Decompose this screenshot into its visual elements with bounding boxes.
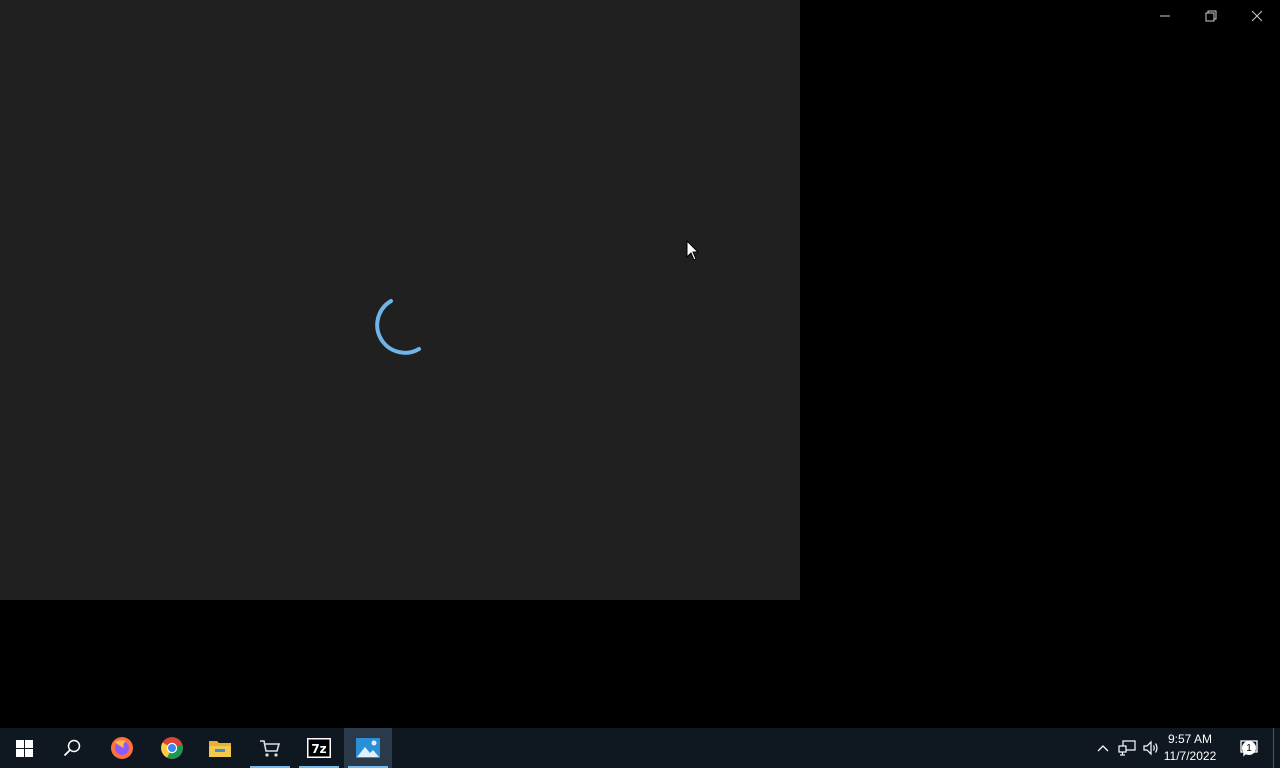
clock-date: 11/7/2022 bbox=[1163, 749, 1217, 763]
clock-time: 9:57 AM bbox=[1167, 732, 1213, 746]
taskbar-chrome[interactable] bbox=[148, 728, 196, 768]
photos-icon bbox=[356, 738, 380, 758]
firefox-icon bbox=[111, 737, 133, 759]
cart-icon bbox=[260, 740, 281, 757]
taskbar: 7z 9:57 AM 11/7/2022 1 bbox=[0, 728, 1280, 768]
windows-logo-icon bbox=[15, 739, 33, 757]
chrome-icon bbox=[161, 737, 183, 759]
chevron-up-icon bbox=[1097, 745, 1109, 752]
show-desktop-button[interactable] bbox=[1273, 728, 1280, 768]
minimize-button[interactable] bbox=[1142, 0, 1188, 32]
7zip-icon: 7z bbox=[307, 738, 331, 758]
svg-text:7z: 7z bbox=[311, 742, 326, 756]
action-center-button[interactable]: 1 bbox=[1230, 728, 1268, 768]
restore-icon bbox=[1205, 10, 1217, 22]
minimize-icon bbox=[1160, 15, 1170, 17]
clock[interactable]: 9:57 AM 11/7/2022 bbox=[1154, 728, 1226, 768]
window-controls bbox=[1142, 0, 1280, 32]
notification-count-badge: 1 bbox=[1242, 741, 1256, 755]
network-icon bbox=[1118, 740, 1136, 756]
search-icon bbox=[63, 739, 81, 757]
close-button[interactable] bbox=[1234, 0, 1280, 32]
taskbar-store[interactable] bbox=[246, 728, 294, 768]
app-window bbox=[0, 0, 800, 600]
taskbar-photos[interactable] bbox=[344, 728, 392, 768]
restore-button[interactable] bbox=[1188, 0, 1234, 32]
taskbar-7zip[interactable]: 7z bbox=[295, 728, 343, 768]
network-button[interactable] bbox=[1116, 728, 1138, 768]
start-button[interactable] bbox=[0, 728, 48, 768]
close-icon bbox=[1251, 10, 1263, 22]
show-hidden-icons-button[interactable] bbox=[1092, 728, 1114, 768]
mouse-cursor-icon bbox=[686, 240, 700, 261]
taskbar-file-explorer[interactable] bbox=[196, 728, 244, 768]
loading-spinner-icon bbox=[375, 299, 421, 355]
taskbar-firefox[interactable] bbox=[98, 728, 146, 768]
folder-icon bbox=[209, 741, 231, 757]
search-button[interactable] bbox=[48, 728, 96, 768]
